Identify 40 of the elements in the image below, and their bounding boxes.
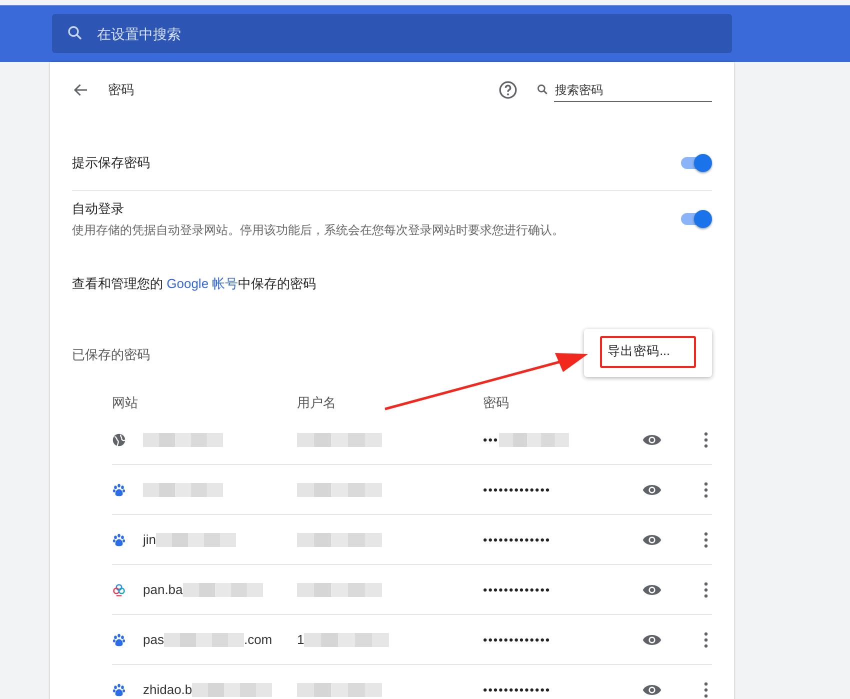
column-header: 密码 <box>483 394 509 412</box>
username-text: 1 <box>297 632 304 647</box>
masked-password: ••••••••••••• <box>483 582 551 596</box>
setting-label: 提示保存密码 <box>72 154 150 172</box>
masked-password: ••••••••••••• <box>483 682 551 696</box>
masked-password: ••• <box>483 432 499 446</box>
cloud-icon <box>112 582 126 596</box>
paw-icon <box>112 682 126 696</box>
account-note: 查看和管理您的 Google 帐号中保存的密码 <box>72 275 318 293</box>
toggle-switch[interactable] <box>680 154 712 172</box>
toggle-switch[interactable] <box>680 210 712 228</box>
masked-password: ••••••••••••• <box>483 532 551 546</box>
globe-icon <box>112 432 126 446</box>
column-header: 用户名 <box>297 394 337 412</box>
setting-description: 使用存储的凭据自动登录网站。停用该功能后，系统会在您每次登录网站时要求您进行确认。 <box>72 222 564 238</box>
setting-label: 自动登录 <box>72 200 125 218</box>
paw-icon <box>112 632 126 646</box>
site-text: .com <box>244 632 272 647</box>
settings-search-field[interactable]: 在设置中搜索 <box>52 14 732 53</box>
more-options-icon[interactable] <box>704 532 708 548</box>
column-header: 网站 <box>112 394 139 412</box>
paw-icon <box>112 532 126 546</box>
export-passwords-item[interactable]: 导出密码... <box>600 336 696 368</box>
help-icon[interactable] <box>498 80 518 100</box>
masked-password: ••••••••••••• <box>483 482 551 496</box>
page-title: 密码 <box>108 81 135 99</box>
more-options-icon[interactable] <box>704 582 708 598</box>
site-text: pan.ba <box>143 582 183 597</box>
more-options-icon[interactable] <box>704 682 708 698</box>
more-options-icon[interactable] <box>704 432 708 448</box>
masked-password: ••••••••••••• <box>483 632 551 646</box>
section-title: 已保存的密码 <box>72 346 150 364</box>
more-options-icon[interactable] <box>704 632 708 648</box>
google-account-link[interactable]: Google 帐号 <box>166 276 238 291</box>
site-text: zhidao.b <box>143 682 192 697</box>
site-text: jin <box>143 532 156 547</box>
search-icon <box>536 83 549 96</box>
site-text: pas <box>143 632 164 647</box>
more-options-icon[interactable] <box>704 482 708 498</box>
paw-icon <box>112 482 126 496</box>
